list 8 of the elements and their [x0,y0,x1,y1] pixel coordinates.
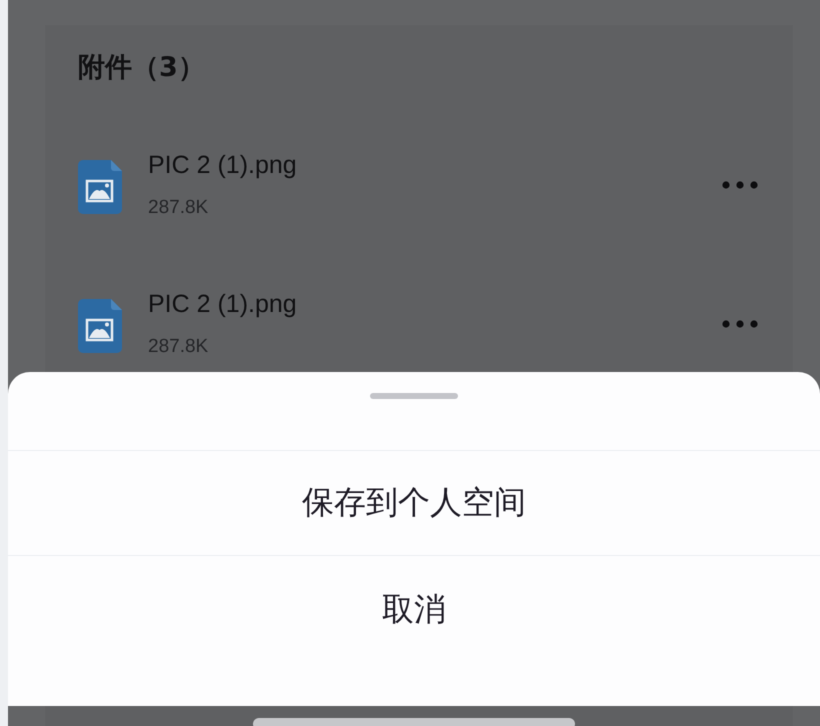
more-icon[interactable] [722,181,758,189]
image-file-icon [78,299,122,353]
more-icon[interactable] [722,320,758,328]
drag-handle[interactable] [370,393,458,399]
file-size: 287.8K [148,196,208,220]
attachments-title: 附件（3） [78,53,205,83]
file-size: 287.8K [148,335,208,359]
image-file-icon [78,160,122,214]
